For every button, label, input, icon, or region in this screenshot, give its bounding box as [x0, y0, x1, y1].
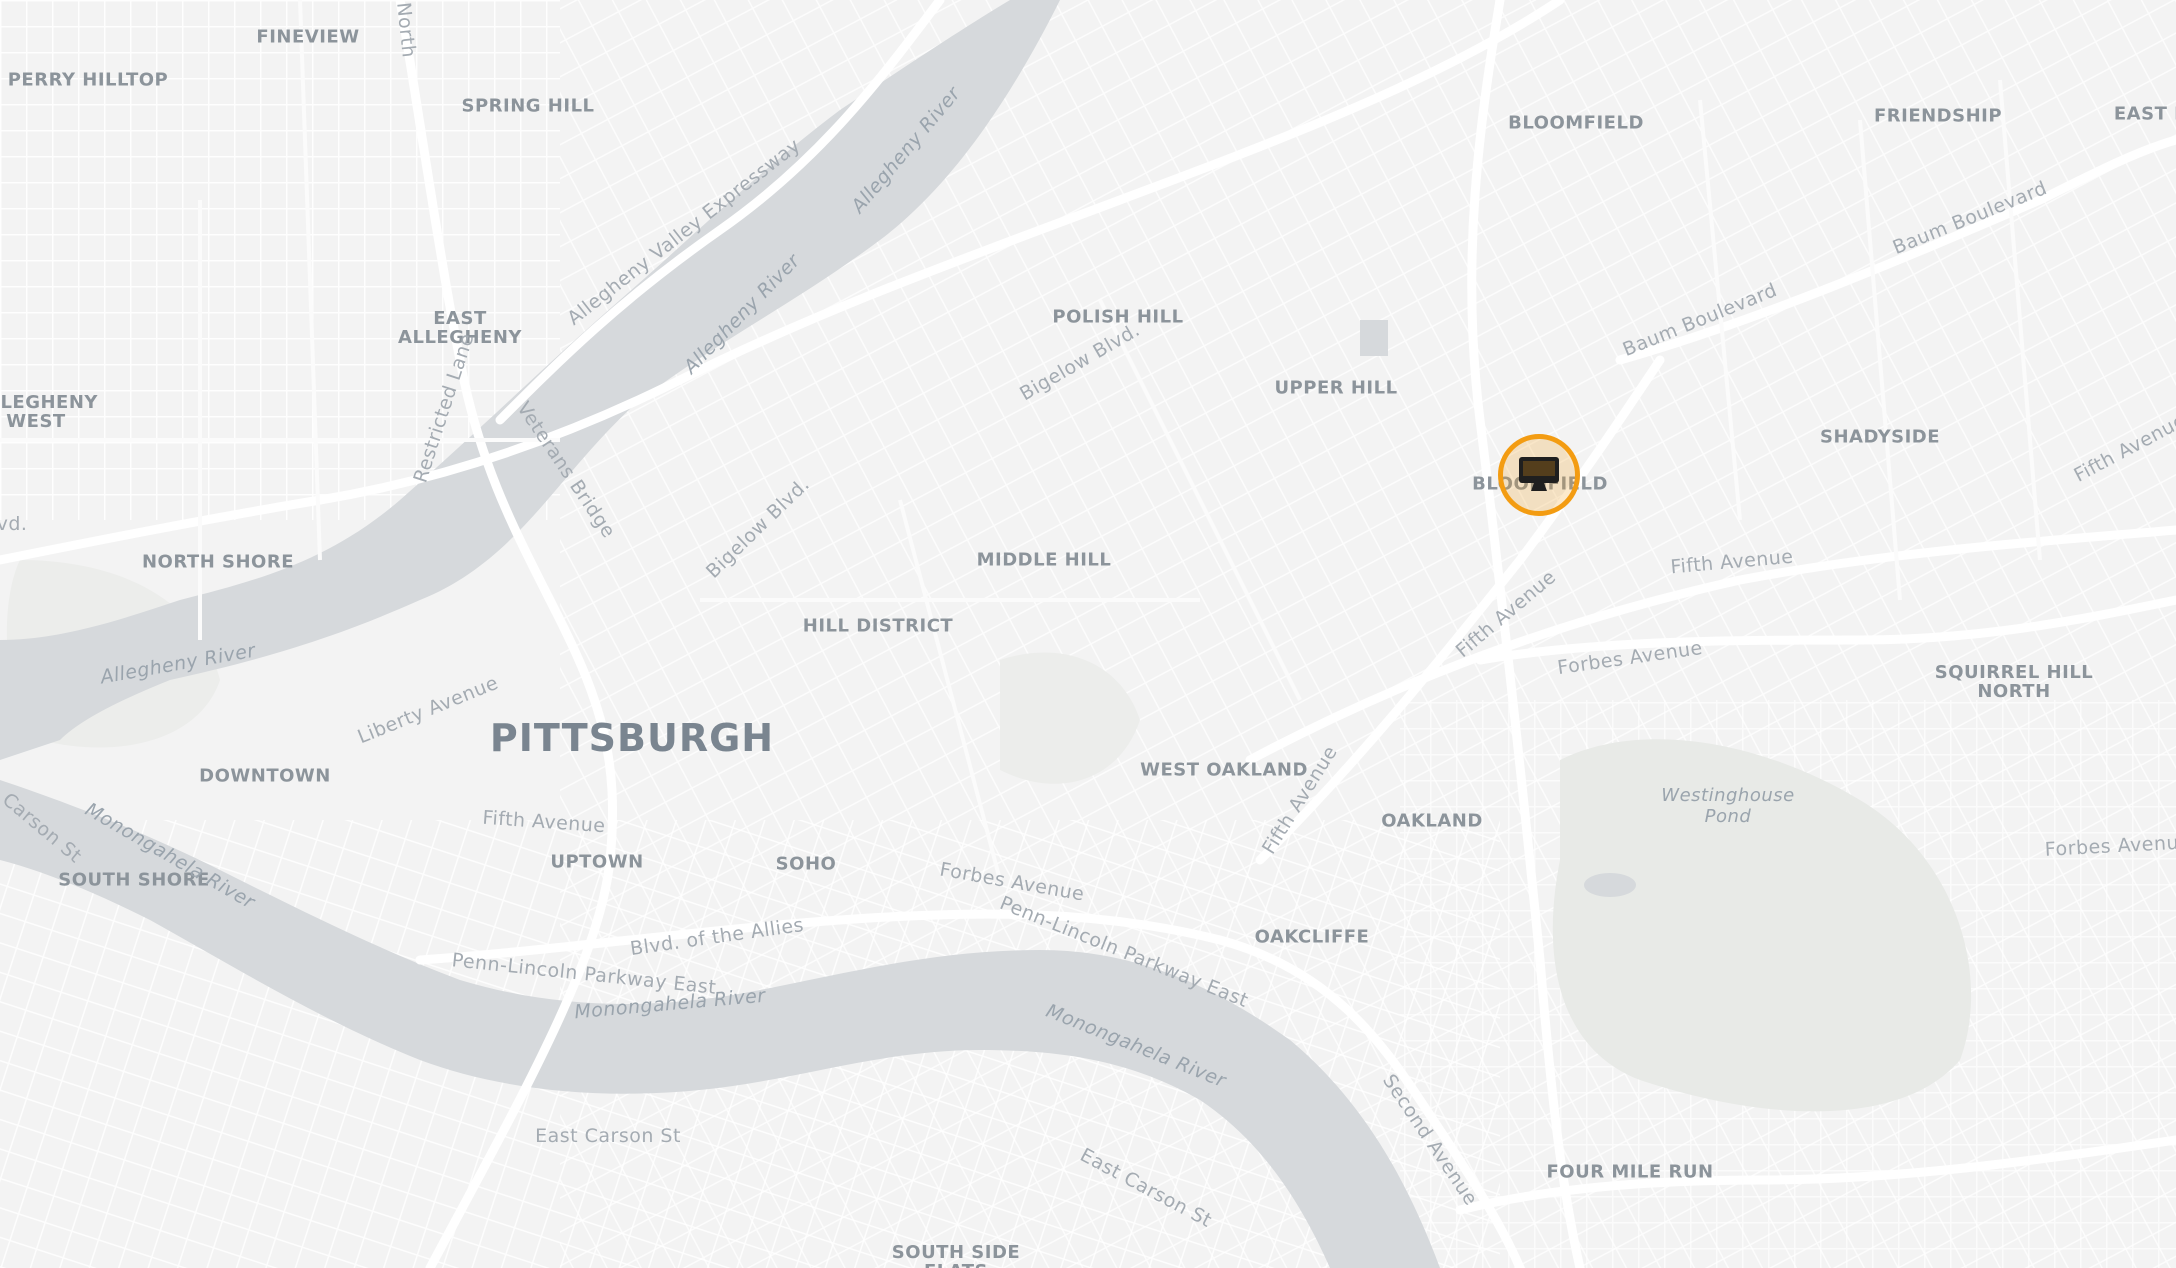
neighborhood-label: ALLEGHENY WEST — [0, 392, 98, 432]
neighborhood-label: FRIENDSHIP — [1873, 105, 2003, 127]
neighborhood-label: SOUTH SIDE FLATS — [891, 1242, 1021, 1268]
neighborhood-label: UPTOWN — [550, 851, 644, 873]
neighborhood-label: MIDDLE HILL — [976, 549, 1112, 571]
neighborhood-label: FOUR MILE RUN — [1546, 1161, 1714, 1183]
monitor-icon — [1519, 457, 1559, 491]
neighborhood-label: HILL DISTRICT — [802, 615, 954, 637]
neighborhood-label: NORTH SHORE — [141, 551, 295, 573]
neighborhood-label: UPPER HILL — [1274, 377, 1398, 399]
neighborhood-label: WEST OAKLAND — [1140, 759, 1308, 781]
location-marker[interactable] — [1498, 434, 1580, 516]
city-label: PITTSBURGH — [489, 716, 775, 760]
neighborhood-label: OAKLAND — [1381, 810, 1483, 832]
neighborhood-label: SHADYSIDE — [1819, 426, 1941, 448]
neighborhood-label: PERRY HILLTOP — [7, 69, 169, 91]
map-base-layer — [0, 0, 2176, 1268]
road-label: East Carson St — [535, 1125, 681, 1147]
neighborhood-label: FINEVIEW — [256, 26, 360, 48]
neighborhood-label: SPRING HILL — [461, 95, 595, 117]
neighborhood-label: BLOOMFIELD — [1508, 112, 1644, 134]
neighborhood-label: POLISH HILL — [1052, 306, 1184, 328]
neighborhood-label: DOWNTOWN — [199, 765, 331, 787]
road-label: vd. — [0, 513, 28, 535]
neighborhood-label: SOHO — [775, 853, 837, 875]
map-canvas[interactable]: FINEVIEW PERRY HILLTOP SPRING HILL EAST … — [0, 0, 2176, 1268]
pond-label: Westinghouse Pond — [1661, 785, 1795, 827]
neighborhood-label: SQUIRREL HILL NORTH — [1934, 662, 2094, 702]
neighborhood-label: OAKCLIFFE — [1254, 926, 1370, 948]
neighborhood-label: EAST L — [2113, 103, 2176, 125]
